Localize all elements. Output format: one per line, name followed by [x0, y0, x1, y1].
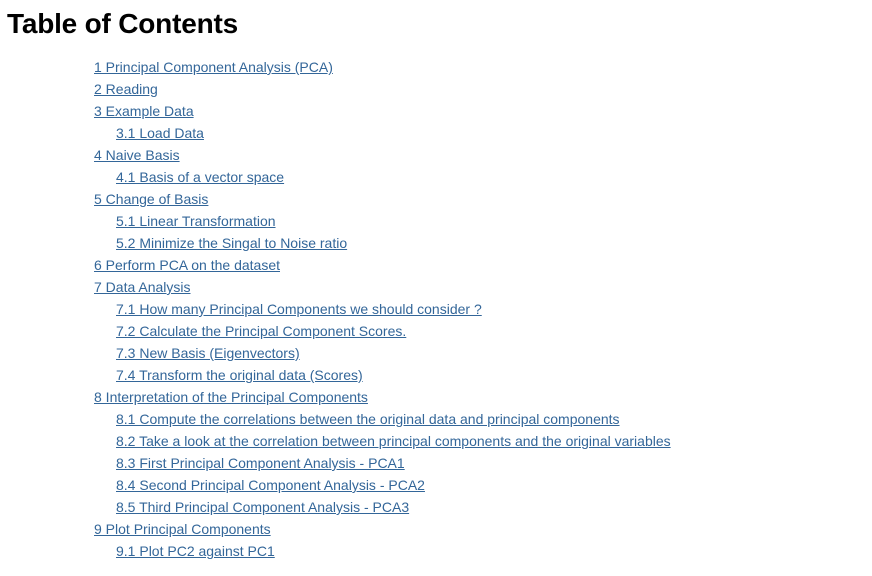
- toc-item: 8.1 Compute the correlations between the…: [94, 408, 671, 430]
- toc-item: 5.1 Linear Transformation: [94, 210, 671, 232]
- toc-item: 7.3 New Basis (Eigenvectors): [94, 342, 671, 364]
- toc-link[interactable]: 8 Interpretation of the Principal Compon…: [94, 389, 368, 405]
- toc-item: 1 Principal Component Analysis (PCA): [94, 56, 671, 78]
- toc-link[interactable]: 7.2 Calculate the Principal Component Sc…: [116, 323, 406, 339]
- toc-link[interactable]: 2 Reading: [94, 81, 158, 97]
- toc-link[interactable]: 9 Plot Principal Components: [94, 521, 271, 537]
- toc-link[interactable]: 6 Perform PCA on the dataset: [94, 257, 280, 273]
- toc-item: 6 Perform PCA on the dataset: [94, 254, 671, 276]
- toc-item: 8 Interpretation of the Principal Compon…: [94, 386, 671, 408]
- toc-link[interactable]: 5 Change of Basis: [94, 191, 208, 207]
- toc-link[interactable]: 7.3 New Basis (Eigenvectors): [116, 345, 300, 361]
- toc-link[interactable]: 8.2 Take a look at the correlation betwe…: [116, 433, 671, 449]
- toc-link[interactable]: 8.5 Third Principal Component Analysis -…: [116, 499, 409, 515]
- toc-link[interactable]: 3 Example Data: [94, 103, 194, 119]
- toc-link[interactable]: 4.1 Basis of a vector space: [116, 169, 284, 185]
- toc-link[interactable]: 9.1 Plot PC2 against PC1: [116, 543, 275, 559]
- toc-item: 4 Naive Basis: [94, 144, 671, 166]
- toc-item: 7 Data Analysis: [94, 276, 671, 298]
- toc-item: 7.2 Calculate the Principal Component Sc…: [94, 320, 671, 342]
- toc-link[interactable]: 7.4 Transform the original data (Scores): [116, 367, 363, 383]
- toc-item: 2 Reading: [94, 78, 671, 100]
- toc-link[interactable]: 5.2 Minimize the Singal to Noise ratio: [116, 235, 347, 251]
- toc-link[interactable]: 3.1 Load Data: [116, 125, 204, 141]
- toc-link[interactable]: 5.1 Linear Transformation: [116, 213, 276, 229]
- toc-item: 3 Example Data: [94, 100, 671, 122]
- toc-link[interactable]: 8.3 First Principal Component Analysis -…: [116, 455, 405, 471]
- toc-item: 8.5 Third Principal Component Analysis -…: [94, 496, 671, 518]
- toc-item: 8.3 First Principal Component Analysis -…: [94, 452, 671, 474]
- page-title: Table of Contents: [7, 8, 238, 39]
- toc-item: 4.1 Basis of a vector space: [94, 166, 671, 188]
- toc-link[interactable]: 1 Principal Component Analysis (PCA): [94, 59, 333, 75]
- toc-item: 9 Plot Principal Components: [94, 518, 671, 540]
- toc-list: 1 Principal Component Analysis (PCA) 2 R…: [94, 56, 671, 562]
- toc-item: 9.1 Plot PC2 against PC1: [94, 540, 671, 562]
- toc-item: 3.1 Load Data: [94, 122, 671, 144]
- toc-link[interactable]: 4 Naive Basis: [94, 147, 180, 163]
- toc-link[interactable]: 8.1 Compute the correlations between the…: [116, 411, 620, 427]
- toc-item: 5 Change of Basis: [94, 188, 671, 210]
- toc-item: 7.1 How many Principal Components we sho…: [94, 298, 671, 320]
- toc-link[interactable]: 7.1 How many Principal Components we sho…: [116, 301, 482, 317]
- toc-item: 7.4 Transform the original data (Scores): [94, 364, 671, 386]
- toc-link[interactable]: 7 Data Analysis: [94, 279, 191, 295]
- toc-link[interactable]: 8.4 Second Principal Component Analysis …: [116, 477, 425, 493]
- toc-item: 8.4 Second Principal Component Analysis …: [94, 474, 671, 496]
- toc-item: 8.2 Take a look at the correlation betwe…: [94, 430, 671, 452]
- toc-item: 5.2 Minimize the Singal to Noise ratio: [94, 232, 671, 254]
